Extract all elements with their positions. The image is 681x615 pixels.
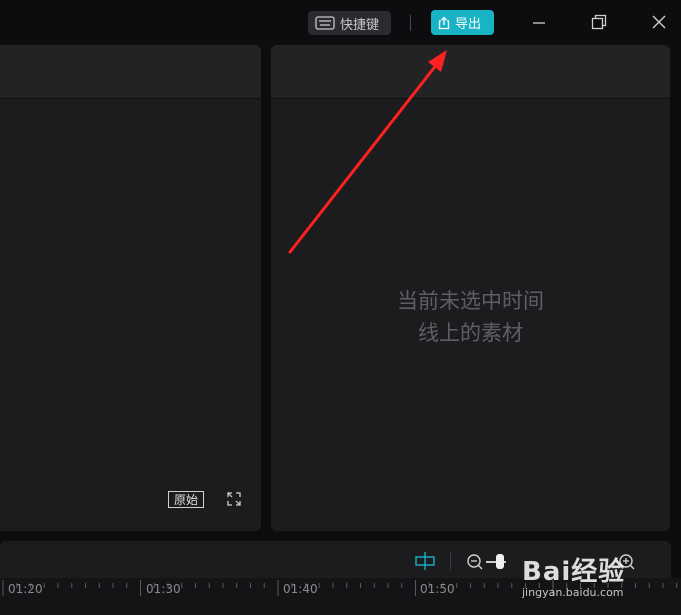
original-ratio-button[interactable]: 原始: [168, 491, 204, 508]
title-bar: 快捷键 导出: [0, 0, 681, 44]
snap-icon[interactable]: [414, 552, 436, 570]
close-icon[interactable]: [649, 12, 669, 32]
export-button[interactable]: 导出: [431, 10, 494, 35]
minimize-icon[interactable]: [529, 12, 549, 32]
watermark-url: jingyan.baidu.com: [522, 586, 624, 599]
toolbar-divider: [450, 552, 451, 570]
empty-message-line2: 线上的素材: [418, 321, 523, 345]
empty-message-line1: 当前未选中时间: [397, 289, 544, 313]
shortcut-label: 快捷键: [340, 17, 380, 33]
tick-label: 01:40: [283, 582, 318, 596]
export-icon: [438, 16, 450, 29]
watermark-logo: Bai经验: [522, 557, 626, 587]
zoom-out-icon[interactable]: [466, 553, 484, 571]
restore-icon[interactable]: [589, 12, 609, 32]
fullscreen-icon[interactable]: [227, 492, 241, 506]
zoom-slider-handle[interactable]: [496, 554, 504, 569]
details-panel: 当前未选中时间 线上的素材: [271, 45, 670, 531]
shortcut-button[interactable]: 快捷键: [308, 11, 391, 35]
tick-label: 01:30: [146, 582, 181, 596]
empty-selection-message: 当前未选中时间 线上的素材: [271, 285, 670, 349]
player-panel: [0, 45, 261, 531]
tick-label: 01:20: [8, 582, 43, 596]
details-panel-header: [271, 45, 670, 99]
toolbar-divider: [410, 15, 411, 31]
tick-label: 01:50: [420, 582, 455, 596]
player-panel-header: [0, 45, 261, 99]
export-label: 导出: [455, 17, 482, 32]
keyboard-icon: [315, 16, 335, 30]
